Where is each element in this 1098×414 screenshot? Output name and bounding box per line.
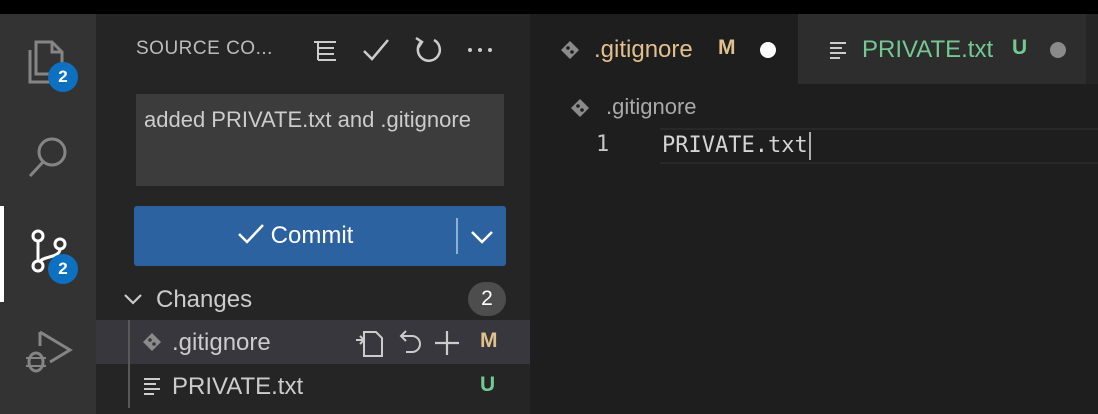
- run-debug-icon: [26, 330, 73, 373]
- git-diamond-icon: [571, 99, 589, 117]
- discard-icon: [399, 330, 421, 353]
- unsaved-dot-icon[interactable]: [1050, 42, 1066, 58]
- change-item-private-txt[interactable]: PRIVATE.txt U: [96, 364, 530, 408]
- refresh-button[interactable]: [412, 34, 444, 66]
- text-lines-icon: [144, 378, 160, 395]
- check-icon: [237, 224, 264, 244]
- explorer-button[interactable]: 2: [0, 14, 96, 110]
- editor-area[interactable]: .gitignore 1 PRIVATE.txt: [530, 84, 1098, 414]
- line-number: 1: [596, 132, 610, 157]
- commit-button-group: Commit: [134, 206, 506, 266]
- search-button[interactable]: [0, 110, 96, 206]
- commit-dropdown-button[interactable]: [458, 206, 506, 266]
- changes-count-badge: 2: [468, 282, 506, 316]
- text-cursor: [808, 132, 811, 160]
- go-to-file-icon: [356, 331, 383, 357]
- git-diamond-icon: [143, 333, 161, 351]
- tab-gitignore[interactable]: .gitignore M: [530, 14, 798, 84]
- file-status-untracked: U: [480, 373, 496, 396]
- scm-badge: 2: [48, 254, 78, 284]
- search-icon: [28, 137, 67, 178]
- git-diamond-icon: [561, 41, 579, 59]
- change-item-gitignore[interactable]: .gitignore M: [96, 320, 530, 364]
- discard-changes-button[interactable]: [394, 328, 424, 358]
- tab-status: M: [718, 36, 736, 59]
- window-top-bar: [0, 0, 1098, 14]
- tree-indent-guide: [128, 364, 130, 408]
- ellipsis-icon: [468, 48, 492, 52]
- code-line[interactable]: PRIVATE.txt: [662, 132, 811, 160]
- commit-button[interactable]: Commit: [134, 206, 456, 266]
- editor-tab-bar: .gitignore M PRIVATE.txt U: [530, 14, 1098, 84]
- active-indicator: [0, 206, 4, 302]
- source-control-button[interactable]: 2: [0, 206, 96, 302]
- code-text: PRIVATE.txt: [662, 133, 808, 158]
- explorer-badge: 2: [48, 62, 78, 92]
- source-control-sidebar: SOURCE CO... added PRIVATE.txt and .giti…: [96, 14, 530, 414]
- chevron-down-icon: [124, 294, 142, 305]
- tab-label: .gitignore: [594, 36, 693, 63]
- commit-message-input[interactable]: added PRIVATE.txt and .gitignore: [136, 94, 504, 186]
- tab-label: PRIVATE.txt: [862, 36, 994, 63]
- commit-label: Commit: [270, 222, 354, 249]
- text-lines-icon: [830, 42, 846, 59]
- changes-label: Changes: [156, 286, 253, 313]
- stage-changes-button[interactable]: [432, 328, 462, 358]
- check-icon: [363, 39, 389, 61]
- file-name: PRIVATE.txt: [172, 373, 304, 400]
- breadcrumb-file: .gitignore: [606, 94, 697, 119]
- view-as-tree-button[interactable]: [308, 34, 340, 66]
- file-status-modified: M: [480, 329, 498, 352]
- chevron-down-icon: [471, 231, 493, 244]
- tree-indent-guide: [128, 320, 130, 364]
- tab-private-txt[interactable]: PRIVATE.txt U: [798, 14, 1086, 84]
- open-file-button[interactable]: [354, 328, 384, 358]
- unsaved-dot-icon[interactable]: [760, 42, 776, 58]
- run-debug-button[interactable]: [0, 302, 96, 398]
- changes-group-header[interactable]: Changes 2: [96, 282, 530, 316]
- list-tree-icon: [314, 41, 336, 61]
- sidebar-title: SOURCE CO...: [136, 38, 273, 59]
- activity-bar: 2 2: [0, 14, 96, 414]
- refresh-icon: [415, 36, 442, 62]
- file-name: .gitignore: [172, 329, 271, 356]
- commit-check-button[interactable]: [360, 34, 392, 66]
- tab-status: U: [1012, 36, 1028, 59]
- more-actions-button[interactable]: [464, 34, 496, 66]
- plus-icon: [435, 331, 459, 355]
